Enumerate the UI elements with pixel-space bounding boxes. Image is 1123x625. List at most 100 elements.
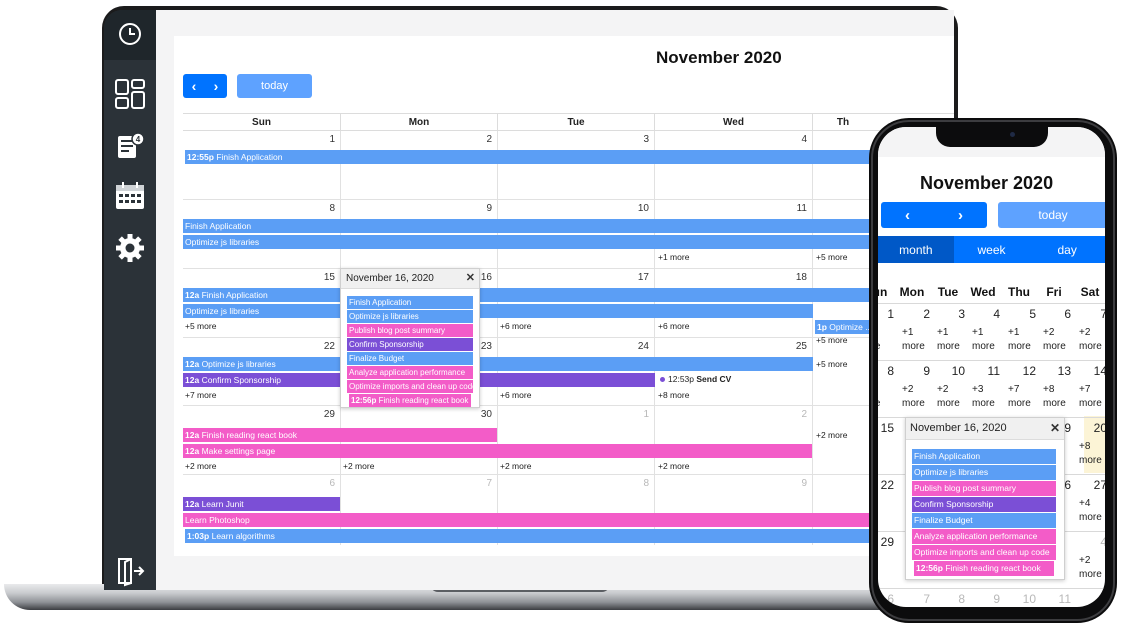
gear-icon[interactable] [114,232,146,264]
day-number[interactable]: 8 [629,478,649,489]
day-number[interactable]: 7 [472,478,492,489]
day-number[interactable]: 9 [968,592,1000,606]
calendar-icon[interactable] [114,180,146,212]
more-link[interactable]: +7 more [185,390,216,400]
timed-event[interactable]: 12:53p Send CV [660,374,731,384]
more-link[interactable]: +6 more [500,390,531,400]
event-bar[interactable]: Optimize js libraries [183,235,875,249]
event-bar[interactable]: 1:03p Learn algorithms [185,529,875,543]
more-link[interactable]: +1 more [658,252,689,262]
day-number[interactable]: 18 [787,272,807,283]
more-link[interactable]: +1 more [937,326,971,354]
more-link[interactable]: +3 more [972,383,1006,411]
day-number[interactable]: 8 [878,364,894,378]
day-number[interactable]: 1 [315,134,335,145]
day-number[interactable]: 25 [787,341,807,352]
day-number[interactable]: 24 [629,341,649,352]
more-link[interactable]: +2 more [816,430,847,440]
today-button[interactable]: today [237,74,312,98]
popover-event[interactable]: Publish blog post summary [347,324,473,337]
popover-event[interactable]: Optimize js libraries [912,465,1056,480]
prev-month-button[interactable]: ‹ [881,202,934,228]
today-button[interactable]: today [998,202,1105,228]
popover-event[interactable]: Publish blog post summary [912,481,1056,496]
tab-week[interactable]: week [954,236,1030,263]
day-number[interactable]: 9 [787,478,807,489]
day-number[interactable]: 17 [629,272,649,283]
day-number[interactable]: 9 [898,364,930,378]
popover-event[interactable]: Optimize imports and clean up code [347,380,473,393]
more-link[interactable]: +5 more [816,252,847,262]
more-link[interactable]: +4 more [1079,497,1105,525]
logout-icon[interactable] [114,555,146,587]
more-link[interactable]: +8 more [658,390,689,400]
prev-month-button[interactable]: ‹ [183,74,205,98]
popover-event[interactable]: Confirm Sponsorship [912,497,1056,512]
day-number[interactable]: 10 [629,203,649,214]
day-number[interactable]: 8 [315,203,335,214]
day-number[interactable]: 6 [878,592,894,606]
next-month-button[interactable]: › [934,202,987,228]
day-number[interactable]: 29 [315,409,335,420]
event-bar[interactable]: 1p Optimize ... [815,320,875,334]
more-link[interactable]: +2 more [1043,326,1077,354]
popover-event[interactable]: Finish Application [347,296,473,309]
day-number[interactable]: 4 [787,134,807,145]
day-number[interactable]: 20 [1075,421,1105,435]
event-bar[interactable]: 12a Make settings page [183,444,812,458]
day-number[interactable]: 12 [1004,364,1036,378]
more-link[interactable]: +1 more [1008,326,1042,354]
more-link[interactable]: +2 more [1079,554,1105,582]
popover-event[interactable]: 12:56p Finish reading react book [349,394,471,407]
more-link[interactable]: +2 more [937,383,971,411]
day-number[interactable]: 6 [1039,307,1071,321]
more-link[interactable]: +2 more [1079,326,1105,354]
more-link[interactable]: +2 more [500,461,531,471]
day-number[interactable]: 2 [787,409,807,420]
next-month-button[interactable]: › [205,74,227,98]
day-number[interactable]: 10 [1004,592,1036,606]
more-link[interactable]: +2 more [902,383,936,411]
more-link[interactable]: +5 more [185,321,216,331]
day-number[interactable]: 22 [878,478,894,492]
close-icon[interactable]: ✕ [1050,418,1060,439]
day-number[interactable]: 4 [968,307,1000,321]
day-number[interactable]: 11 [1039,592,1071,606]
event-bar[interactable]: 12a Optimize js libraries [183,357,813,371]
day-number[interactable]: 7 [1075,307,1105,321]
day-number[interactable]: 2 [898,307,930,321]
popover-event[interactable]: Finalize Budget [347,352,473,365]
tab-month[interactable]: month [878,236,954,263]
popover-event[interactable]: Confirm Sponsorship [347,338,473,351]
more-link[interactable]: +6 more [658,321,689,331]
day-number[interactable]: 7 [898,592,930,606]
more-link[interactable]: +5 more [816,359,847,369]
event-bar[interactable]: 12a Learn Junit [183,497,340,511]
day-number[interactable]: 3 [629,134,649,145]
tab-day[interactable]: day [1029,236,1105,263]
day-number[interactable]: 1 [878,307,894,321]
more-link[interactable]: +2 more [658,461,689,471]
clock-icon[interactable] [114,20,146,52]
dashboard-icon[interactable] [114,78,146,110]
close-icon[interactable]: ✕ [466,269,475,288]
day-number[interactable]: 29 [878,535,894,549]
day-number[interactable]: 9 [472,203,492,214]
event-bar[interactable]: 12:55p Finish Application [185,150,875,164]
more-link[interactable]: +8 more [1043,383,1077,411]
day-number[interactable]: 15 [878,421,894,435]
popover-event[interactable]: Analyze application performance [347,366,473,379]
more-link[interactable]: +1 more [972,326,1006,354]
more-link[interactable]: +7 more [1008,383,1042,411]
more-link[interactable]: +2 more [185,461,216,471]
event-bar[interactable]: 12a Finish reading react book [183,428,497,442]
event-bar[interactable]: Optimize js libraries [183,304,813,318]
more-link[interactable]: +6 more [500,321,531,331]
day-number[interactable]: 2 [472,134,492,145]
day-number[interactable]: 27 [1075,478,1105,492]
day-number[interactable]: 1 [629,409,649,420]
more-link[interactable]: +2 more [343,461,374,471]
more-link[interactable]: ore [878,326,900,354]
more-link[interactable]: +7 more [1079,383,1105,411]
day-number[interactable]: 11 [968,364,1000,378]
